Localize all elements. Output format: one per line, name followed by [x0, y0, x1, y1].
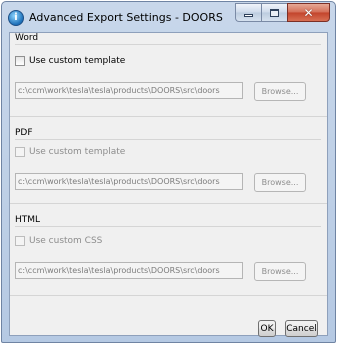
html-custom-css-checkbox[interactable]: Use custom CSS	[15, 236, 102, 246]
minimize-icon	[244, 13, 253, 17]
title-bar[interactable]: i Advanced Export Settings - DOORS ✕	[2, 2, 335, 32]
section-divider	[10, 203, 327, 204]
close-button[interactable]: ✕	[287, 3, 330, 22]
word-section-line	[15, 44, 321, 45]
checkbox-box[interactable]	[15, 147, 25, 157]
close-icon: ✕	[303, 5, 314, 20]
html-browse-button[interactable]: Browse...	[254, 262, 306, 281]
maximize-icon	[270, 8, 279, 17]
maximize-button[interactable]	[261, 3, 287, 22]
word-section-label: Word	[15, 33, 39, 43]
word-browse-button[interactable]: Browse...	[254, 82, 306, 101]
checkbox-box[interactable]	[15, 236, 25, 246]
checkbox-label: Use custom template	[29, 56, 126, 66]
dialog-content: Word Use custom template c:\ccm\work\tes…	[9, 32, 328, 337]
checkbox-box[interactable]	[15, 56, 25, 66]
cancel-button[interactable]: Cancel	[285, 320, 318, 337]
minimize-button[interactable]	[235, 3, 261, 22]
pdf-section-line	[15, 139, 321, 140]
html-section-line	[15, 226, 321, 227]
html-css-path-input[interactable]: c:\ccm\work\tesla\tesla\products\DOORS\s…	[15, 262, 243, 279]
checkbox-label: Use custom template	[29, 147, 126, 157]
word-template-path-input[interactable]: c:\ccm\work\tesla\tesla\products\DOORS\s…	[15, 82, 243, 99]
html-section-label: HTML	[15, 215, 41, 225]
ok-button[interactable]: OK	[258, 320, 276, 337]
section-divider	[10, 116, 327, 117]
pdf-section-label: PDF	[15, 128, 33, 138]
pdf-template-path-input[interactable]: c:\ccm\work\tesla\tesla\products\DOORS\s…	[15, 173, 243, 190]
section-divider	[10, 295, 327, 296]
dialog-window: i Advanced Export Settings - DOORS ✕ Wor…	[1, 1, 336, 343]
caption-buttons: ✕	[235, 3, 330, 22]
pdf-browse-button[interactable]: Browse...	[254, 173, 306, 192]
pdf-custom-template-checkbox[interactable]: Use custom template	[15, 147, 125, 157]
checkbox-label: Use custom CSS	[29, 236, 103, 246]
window-title: Advanced Export Settings - DOORS	[29, 11, 223, 24]
word-custom-template-checkbox[interactable]: Use custom template	[15, 56, 125, 66]
app-info-icon: i	[8, 10, 24, 26]
